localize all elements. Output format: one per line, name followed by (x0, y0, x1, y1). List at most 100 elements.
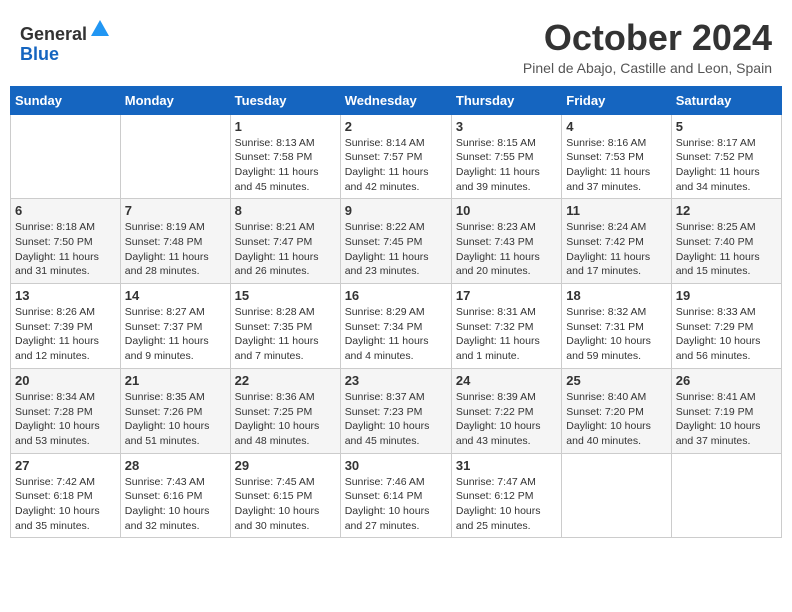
day-info: Sunrise: 8:36 AM Sunset: 7:25 PM Dayligh… (235, 390, 336, 449)
day-info: Sunrise: 8:24 AM Sunset: 7:42 PM Dayligh… (566, 220, 666, 279)
day-number: 11 (566, 203, 666, 218)
day-number: 25 (566, 373, 666, 388)
day-info: Sunrise: 8:18 AM Sunset: 7:50 PM Dayligh… (15, 220, 116, 279)
day-number: 8 (235, 203, 336, 218)
month-title: October 2024 (523, 18, 772, 58)
day-info: Sunrise: 8:25 AM Sunset: 7:40 PM Dayligh… (676, 220, 777, 279)
day-number: 28 (125, 458, 226, 473)
day-number: 18 (566, 288, 666, 303)
day-info: Sunrise: 8:14 AM Sunset: 7:57 PM Dayligh… (345, 136, 447, 195)
calendar-cell (671, 453, 781, 538)
day-info: Sunrise: 7:47 AM Sunset: 6:12 PM Dayligh… (456, 475, 557, 534)
title-block: October 2024 Pinel de Abajo, Castille an… (523, 18, 772, 76)
page-header: General Blue October 2024 Pinel de Abajo… (10, 10, 782, 80)
calendar-cell: 24Sunrise: 8:39 AM Sunset: 7:22 PM Dayli… (451, 368, 561, 453)
day-info: Sunrise: 8:23 AM Sunset: 7:43 PM Dayligh… (456, 220, 557, 279)
logo-general: General (20, 24, 87, 44)
day-number: 31 (456, 458, 557, 473)
calendar-cell: 4 Sunrise: 8:16 AM Sunset: 7:53 PM Daylig… (562, 114, 671, 199)
day-number: 5 (676, 119, 777, 134)
day-number: 13 (15, 288, 116, 303)
day-number: 9 (345, 203, 447, 218)
calendar-cell (120, 114, 230, 199)
calendar-cell: 12Sunrise: 8:25 AM Sunset: 7:40 PM Dayli… (671, 199, 781, 284)
day-info: Sunrise: 8:40 AM Sunset: 7:20 PM Dayligh… (566, 390, 666, 449)
calendar-cell: 18 Sunrise: 8:32 AM Sunset: 7:31 PM Dayli… (562, 284, 671, 369)
calendar-cell: 31 Sunrise: 7:47 AM Sunset: 6:12 PM Dayli… (451, 453, 561, 538)
day-info: Sunrise: 8:16 AM Sunset: 7:53 PM Dayligh… (566, 136, 666, 195)
calendar-cell: 13 Sunrise: 8:26 AM Sunset: 7:39 PM Dayli… (11, 284, 121, 369)
calendar-cell: 3 Sunrise: 8:15 AM Sunset: 7:55 PM Daylig… (451, 114, 561, 199)
day-number: 24 (456, 373, 557, 388)
calendar-table: SundayMondayTuesdayWednesdayThursdayFrid… (10, 86, 782, 539)
calendar-cell: 9Sunrise: 8:22 AM Sunset: 7:45 PM Daylig… (340, 199, 451, 284)
calendar-day-header: Thursday (451, 86, 561, 114)
calendar-cell: 21 Sunrise: 8:35 AM Sunset: 7:26 PM Dayli… (120, 368, 230, 453)
calendar-cell: 22 Sunrise: 8:36 AM Sunset: 7:25 PM Dayli… (230, 368, 340, 453)
calendar-week-row: 20Sunrise: 8:34 AM Sunset: 7:28 PM Dayli… (11, 368, 782, 453)
day-number: 15 (235, 288, 336, 303)
calendar-cell: 10 Sunrise: 8:23 AM Sunset: 7:43 PM Dayli… (451, 199, 561, 284)
calendar-cell: 5 Sunrise: 8:17 AM Sunset: 7:52 PM Daylig… (671, 114, 781, 199)
calendar-cell: 30 Sunrise: 7:46 AM Sunset: 6:14 PM Dayli… (340, 453, 451, 538)
calendar-cell: 25 Sunrise: 8:40 AM Sunset: 7:20 PM Dayli… (562, 368, 671, 453)
calendar-day-header: Tuesday (230, 86, 340, 114)
calendar-day-header: Wednesday (340, 86, 451, 114)
calendar-cell: 8 Sunrise: 8:21 AM Sunset: 7:47 PM Daylig… (230, 199, 340, 284)
calendar-cell: 16Sunrise: 8:29 AM Sunset: 7:34 PM Dayli… (340, 284, 451, 369)
location: Pinel de Abajo, Castille and Leon, Spain (523, 60, 772, 76)
day-info: Sunrise: 8:26 AM Sunset: 7:39 PM Dayligh… (15, 305, 116, 364)
day-number: 27 (15, 458, 116, 473)
day-info: Sunrise: 8:32 AM Sunset: 7:31 PM Dayligh… (566, 305, 666, 364)
calendar-cell: 2 Sunrise: 8:14 AM Sunset: 7:57 PM Daylig… (340, 114, 451, 199)
day-info: Sunrise: 8:13 AM Sunset: 7:58 PM Dayligh… (235, 136, 336, 195)
day-info: Sunrise: 7:42 AM Sunset: 6:18 PM Dayligh… (15, 475, 116, 534)
calendar-cell: 11 Sunrise: 8:24 AM Sunset: 7:42 PM Dayli… (562, 199, 671, 284)
calendar-cell: 1 Sunrise: 8:13 AM Sunset: 7:58 PM Daylig… (230, 114, 340, 199)
day-number: 19 (676, 288, 777, 303)
calendar-header-row: SundayMondayTuesdayWednesdayThursdayFrid… (11, 86, 782, 114)
day-info: Sunrise: 8:31 AM Sunset: 7:32 PM Dayligh… (456, 305, 557, 364)
day-number: 21 (125, 373, 226, 388)
day-info: Sunrise: 7:46 AM Sunset: 6:14 PM Dayligh… (345, 475, 447, 534)
day-info: Sunrise: 8:28 AM Sunset: 7:35 PM Dayligh… (235, 305, 336, 364)
day-info: Sunrise: 8:41 AM Sunset: 7:19 PM Dayligh… (676, 390, 777, 449)
calendar-cell: 26 Sunrise: 8:41 AM Sunset: 7:19 PM Dayli… (671, 368, 781, 453)
day-number: 7 (125, 203, 226, 218)
calendar-cell: 20Sunrise: 8:34 AM Sunset: 7:28 PM Dayli… (11, 368, 121, 453)
day-number: 10 (456, 203, 557, 218)
day-info: Sunrise: 8:19 AM Sunset: 7:48 PM Dayligh… (125, 220, 226, 279)
day-number: 6 (15, 203, 116, 218)
day-number: 26 (676, 373, 777, 388)
calendar-week-row: 13 Sunrise: 8:26 AM Sunset: 7:39 PM Dayli… (11, 284, 782, 369)
day-number: 23 (345, 373, 447, 388)
day-info: Sunrise: 7:43 AM Sunset: 6:16 PM Dayligh… (125, 475, 226, 534)
calendar-cell: 17 Sunrise: 8:31 AM Sunset: 7:32 PM Dayli… (451, 284, 561, 369)
day-number: 14 (125, 288, 226, 303)
calendar-cell: 27 Sunrise: 7:42 AM Sunset: 6:18 PM Dayli… (11, 453, 121, 538)
day-number: 3 (456, 119, 557, 134)
calendar-day-header: Saturday (671, 86, 781, 114)
calendar-day-header: Monday (120, 86, 230, 114)
day-info: Sunrise: 8:35 AM Sunset: 7:26 PM Dayligh… (125, 390, 226, 449)
logo-icon (89, 18, 111, 40)
day-number: 17 (456, 288, 557, 303)
calendar-week-row: 27 Sunrise: 7:42 AM Sunset: 6:18 PM Dayli… (11, 453, 782, 538)
day-number: 29 (235, 458, 336, 473)
day-info: Sunrise: 8:21 AM Sunset: 7:47 PM Dayligh… (235, 220, 336, 279)
day-info: Sunrise: 7:45 AM Sunset: 6:15 PM Dayligh… (235, 475, 336, 534)
day-number: 22 (235, 373, 336, 388)
day-info: Sunrise: 8:37 AM Sunset: 7:23 PM Dayligh… (345, 390, 447, 449)
day-info: Sunrise: 8:17 AM Sunset: 7:52 PM Dayligh… (676, 136, 777, 195)
calendar-cell (562, 453, 671, 538)
day-number: 4 (566, 119, 666, 134)
day-info: Sunrise: 8:34 AM Sunset: 7:28 PM Dayligh… (15, 390, 116, 449)
calendar-cell: 23 Sunrise: 8:37 AM Sunset: 7:23 PM Dayli… (340, 368, 451, 453)
day-number: 16 (345, 288, 447, 303)
day-number: 1 (235, 119, 336, 134)
day-number: 2 (345, 119, 447, 134)
calendar-week-row: 1 Sunrise: 8:13 AM Sunset: 7:58 PM Daylig… (11, 114, 782, 199)
logo: General Blue (20, 18, 111, 65)
day-number: 30 (345, 458, 447, 473)
day-info: Sunrise: 8:15 AM Sunset: 7:55 PM Dayligh… (456, 136, 557, 195)
